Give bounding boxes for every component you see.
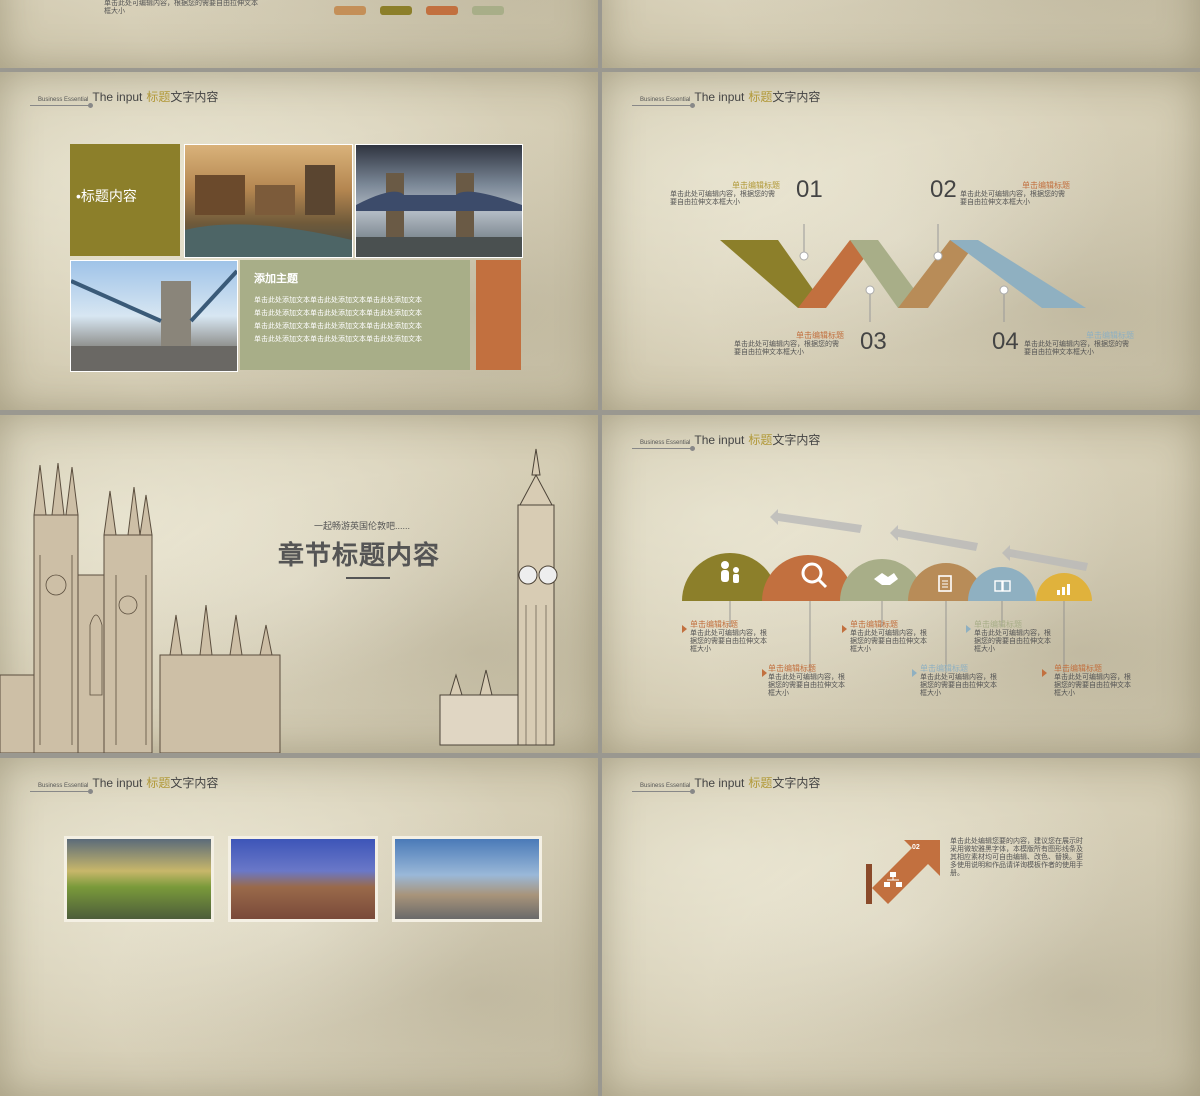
slide-top-left[interactable]: 单击此处可编辑内容，根据您的需要自由拉伸文本 框大小 bbox=[0, 0, 598, 68]
arrow-step-graphic bbox=[866, 840, 940, 904]
photo-countryside bbox=[64, 836, 214, 922]
step-number-03: 03 bbox=[860, 328, 887, 355]
header-line bbox=[30, 791, 90, 792]
people-icon bbox=[721, 561, 739, 583]
document-icon bbox=[938, 575, 952, 592]
header-dot bbox=[88, 789, 93, 794]
swatch-tan bbox=[334, 6, 366, 15]
item-3: 单击编辑标题 单击此处可编辑内容，根据您的需要自由拉伸文本框大小 bbox=[850, 620, 927, 653]
topic-panel: 添加主题 单击此处添加文本单击此处添加文本单击此处添加文本 单击此处添加文本单击此… bbox=[240, 260, 470, 370]
chapter-subtitle: 一起畅游英国伦敦吧...... bbox=[314, 521, 411, 531]
item-4: 单击编辑标题 单击此处可编辑内容，根据您的需要自由拉伸文本框大小 bbox=[920, 664, 997, 697]
swatch-olive bbox=[380, 6, 412, 15]
slide-top-right[interactable] bbox=[602, 0, 1200, 68]
step-number-01: 01 bbox=[796, 176, 823, 203]
step-02-text: 单击编辑标题 单击此处可编辑内容，根据您的需要自由拉伸文本框大小 bbox=[960, 181, 1070, 206]
slide-header: Business Essential The input 标题文字内容 bbox=[38, 776, 219, 790]
org-chart-icon bbox=[884, 872, 902, 887]
step-03-text: 单击编辑标题 单击此处可编辑内容，根据您的需要自由拉伸文本框大小 bbox=[734, 331, 844, 356]
slide-header: Business Essential The input 标题文字内容 bbox=[640, 776, 821, 790]
slide-photo-grid[interactable]: Business Essential The input 标题文字内容 •标题内容 … bbox=[0, 72, 598, 410]
search-icon bbox=[801, 562, 828, 589]
swatch-sage bbox=[472, 6, 504, 15]
topic-panel-text: 单击此处添加文本单击此处添加文本单击此处添加文本 单击此处添加文本单击此处添加文本… bbox=[254, 297, 422, 343]
chapter-title: 章节标题内容 bbox=[278, 540, 441, 570]
step-number-02: 02 bbox=[930, 176, 957, 203]
photo-tower-bridge-road bbox=[70, 260, 238, 372]
semicircle-diagram bbox=[682, 509, 1092, 677]
title-block: •标题内容 bbox=[70, 144, 180, 256]
slide-photo-row[interactable]: Business Essential The input 标题文字内容 bbox=[0, 758, 598, 1096]
item-1: 单击编辑标题 单击此处可编辑内容，根据您的需要自由拉伸文本框大小 bbox=[690, 620, 767, 653]
big-ben-illustration bbox=[439, 448, 558, 746]
photo-tower-bridge-cloudy bbox=[355, 144, 523, 258]
header-dot bbox=[690, 789, 695, 794]
item-2: 单击编辑标题 单击此处可编辑内容，根据您的需要自由拉伸文本框大小 bbox=[768, 664, 845, 697]
title-underline bbox=[346, 577, 390, 579]
step-number-04: 04 bbox=[992, 328, 1019, 355]
slide-zigzag-timeline[interactable]: Business Essential The input 标题文字内容 01 02 … bbox=[602, 72, 1200, 410]
chart-icon bbox=[1057, 584, 1070, 595]
westminster-abbey-illustration bbox=[0, 462, 281, 753]
slide-semicircle-steps[interactable]: Business Essential The input 标题文字内容 单击编辑标题… bbox=[602, 415, 1200, 753]
puzzle-icon bbox=[994, 580, 1011, 592]
header-dot bbox=[88, 103, 93, 108]
zigzag-ribbon bbox=[720, 224, 1086, 322]
accent-bar bbox=[476, 260, 521, 370]
handshake-icon bbox=[874, 573, 898, 585]
slide-chapter-title[interactable]: 一起畅游英国伦敦吧...... 章节标题内容 bbox=[0, 415, 598, 753]
photo-tower-bridge-day bbox=[392, 836, 542, 922]
step-04-text: 单击编辑标题 单击此处可编辑内容，根据您的需要自由拉伸文本框大小 bbox=[1024, 331, 1134, 356]
item-5: 单击编辑标题 单击此处可编辑内容，根据您的需要自由拉伸文本框大小 bbox=[974, 620, 1051, 653]
slide-header: Business Essential The input 标题文字内容 bbox=[38, 90, 219, 104]
slide-arrow-steps[interactable]: Business Essential The input 标题文字内容 02 单击此… bbox=[602, 758, 1200, 1096]
body-text: 单击此处可编辑内容，根据您的需要自由拉伸文本 框大小 bbox=[104, 0, 258, 15]
swatch-orange bbox=[426, 6, 458, 15]
topic-panel-title: 添加主题 bbox=[254, 273, 298, 285]
title-block-label: •标题内容 bbox=[76, 188, 137, 204]
description-text: 单击此处编辑您要的内容，建议您在展示时采用微软雅黑字体，本模版所有图形线条及其相… bbox=[950, 838, 1083, 877]
photo-london-aerial bbox=[184, 144, 353, 258]
header-line bbox=[30, 105, 90, 106]
step-badge: 02 bbox=[912, 844, 920, 851]
step-01-text: 单击编辑标题 单击此处可编辑内容，根据您的需要自由拉伸文本框大小 bbox=[670, 181, 780, 206]
item-6: 单击编辑标题 单击此处可编辑内容，根据您的需要自由拉伸文本框大小 bbox=[1054, 664, 1131, 697]
photo-gothic-tower bbox=[228, 836, 378, 922]
header-line bbox=[632, 791, 692, 792]
